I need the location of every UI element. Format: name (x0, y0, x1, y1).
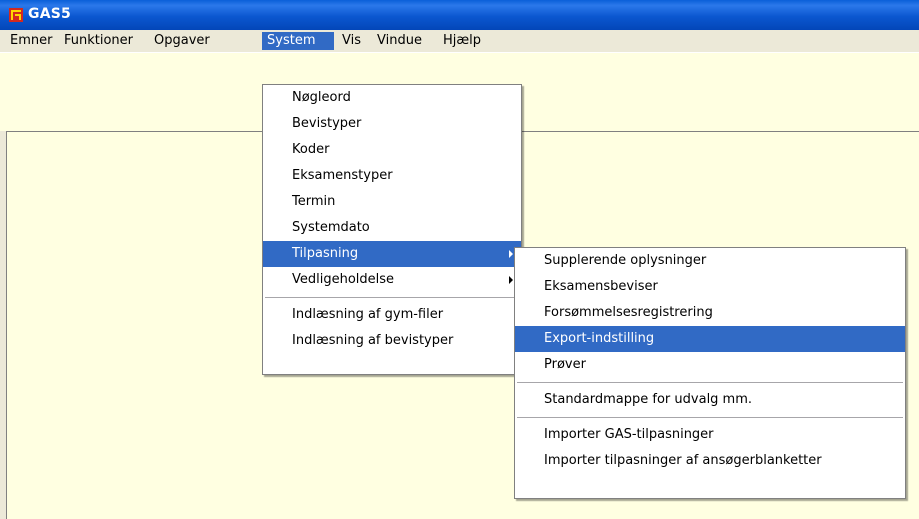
menu-hjaelp[interactable]: Hjælp (438, 32, 486, 50)
menu-vindue[interactable]: Vindue (372, 32, 427, 50)
menu-item-vedligeholdelse[interactable]: Vedligeholdelse (263, 267, 521, 293)
menu-separator (515, 378, 905, 387)
submenu-item-proever[interactable]: Prøver (515, 352, 905, 378)
menu-bar: Emner Funktioner Opgaver System Vis Vind… (0, 30, 919, 53)
submenu-arrow-icon (509, 250, 513, 258)
menu-system[interactable]: System (262, 32, 334, 50)
submenu-item-export-indstilling[interactable]: Export-indstilling (515, 326, 905, 352)
submenu-item-forsoemmelsesregistrering[interactable]: Forsømmelsesregistrering (515, 300, 905, 326)
menu-item-tilpasning[interactable]: Tilpasning (263, 241, 521, 267)
menu-emner[interactable]: Emner (5, 32, 57, 50)
submenu-item-importer-ansoegerblanketter[interactable]: Importer tilpasninger af ansøgerblankett… (515, 448, 905, 474)
window-title: GAS5 (28, 6, 71, 22)
menu-separator (263, 293, 521, 302)
submenu-item-importer-gas-tilpasninger[interactable]: Importer GAS-tilpasninger (515, 422, 905, 448)
menu-funktioner[interactable]: Funktioner (59, 32, 138, 50)
menu-vis[interactable]: Vis (337, 32, 366, 50)
submenu-item-eksamensbeviser[interactable]: Eksamensbeviser (515, 274, 905, 300)
menu-item-vedligeholdelse-label: Vedligeholdelse (292, 272, 395, 287)
menu-item-indlaesning-gym-filer[interactable]: Indlæsning af gym-filer (263, 302, 521, 328)
tilpasning-submenu: Supplerende oplysninger Eksamensbeviser … (514, 247, 906, 499)
title-bar[interactable]: GAS5 (0, 0, 919, 30)
menu-opgaver[interactable]: Opgaver (149, 32, 215, 50)
menu-item-noegleord[interactable]: Nøgleord (263, 85, 521, 111)
submenu-item-supplerende-oplysninger[interactable]: Supplerende oplysninger (515, 248, 905, 274)
menu-item-systemdato[interactable]: Systemdato (263, 215, 521, 241)
menu-item-indlaesning-bevistyper[interactable]: Indlæsning af bevistyper (263, 328, 521, 354)
menu-item-termin[interactable]: Termin (263, 189, 521, 215)
menu-item-tilpasning-label: Tilpasning (292, 246, 359, 261)
submenu-arrow-icon (509, 276, 513, 284)
menu-separator (515, 413, 905, 422)
menu-item-bevistyper[interactable]: Bevistyper (263, 111, 521, 137)
menu-item-koder[interactable]: Koder (263, 137, 521, 163)
submenu-item-standardmappe[interactable]: Standardmappe for udvalg mm. (515, 387, 905, 413)
system-menu: Nøgleord Bevistyper Koder Eksamenstyper … (262, 84, 522, 375)
menu-item-eksamenstyper[interactable]: Eksamenstyper (263, 163, 521, 189)
app-icon[interactable] (9, 8, 23, 22)
